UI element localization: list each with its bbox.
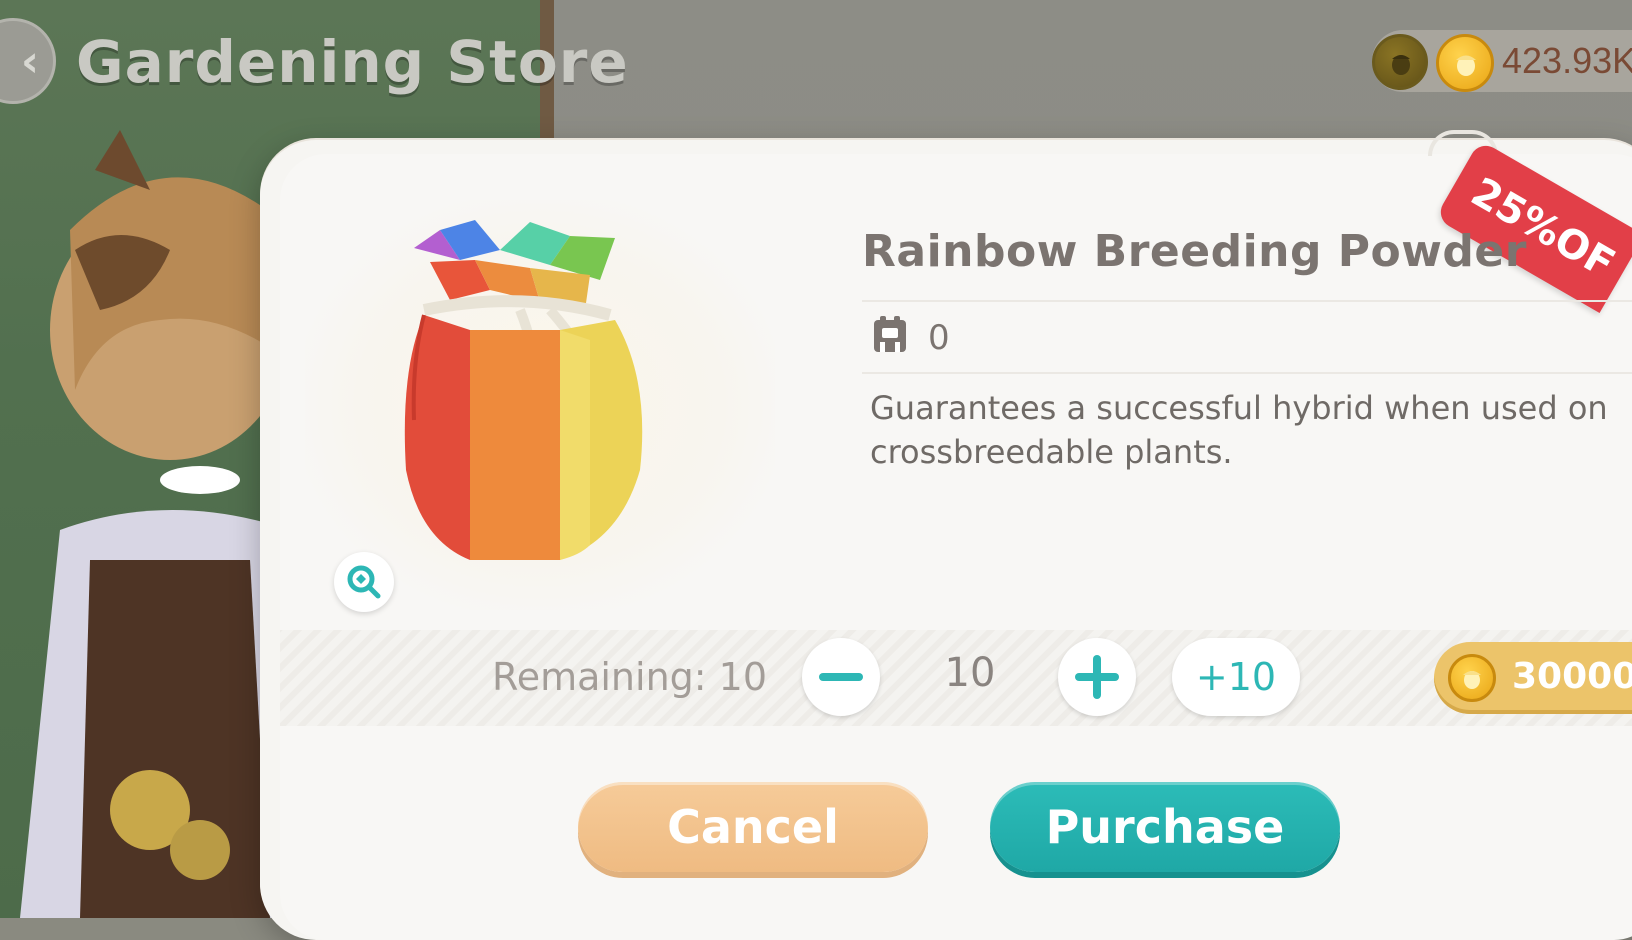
item-name: Rainbow Breeding Powder — [862, 226, 1527, 277]
zoom-preview-button[interactable] — [334, 552, 394, 612]
rainbow-powder-bag-image — [404, 220, 643, 560]
back-arrow-icon: ‹ — [20, 35, 39, 87]
purchase-button[interactable]: Purchase — [990, 782, 1340, 872]
cancel-button[interactable]: Cancel — [578, 782, 928, 872]
currency-value: 423.93K — [1502, 40, 1632, 81]
remaining-label: Remaining: 10 — [492, 655, 768, 699]
divider-top — [862, 300, 1632, 302]
store-title: Gardening Store — [76, 28, 629, 96]
plus-icon — [1075, 655, 1119, 699]
inventory-icon — [874, 316, 906, 352]
acorn-coin-gold-icon — [1436, 34, 1494, 92]
price-value: 30000 — [1512, 656, 1632, 697]
acorn-coin-price-icon — [1448, 654, 1496, 702]
magnifier-icon — [347, 565, 381, 599]
increase-quantity-button[interactable] — [1058, 638, 1136, 716]
minus-icon — [819, 673, 863, 681]
add-ten-button[interactable]: +10 — [1172, 638, 1300, 716]
owned-count: 0 — [928, 318, 950, 358]
quantity-value[interactable]: 10 — [920, 650, 1020, 696]
divider-middle — [862, 372, 1632, 374]
item-description: Guarantees a successful hybrid when used… — [870, 389, 1608, 471]
acorn-coin-dark-icon — [1372, 34, 1428, 90]
shopkeeper-character — [20, 130, 300, 918]
decrease-quantity-button[interactable] — [802, 638, 880, 716]
